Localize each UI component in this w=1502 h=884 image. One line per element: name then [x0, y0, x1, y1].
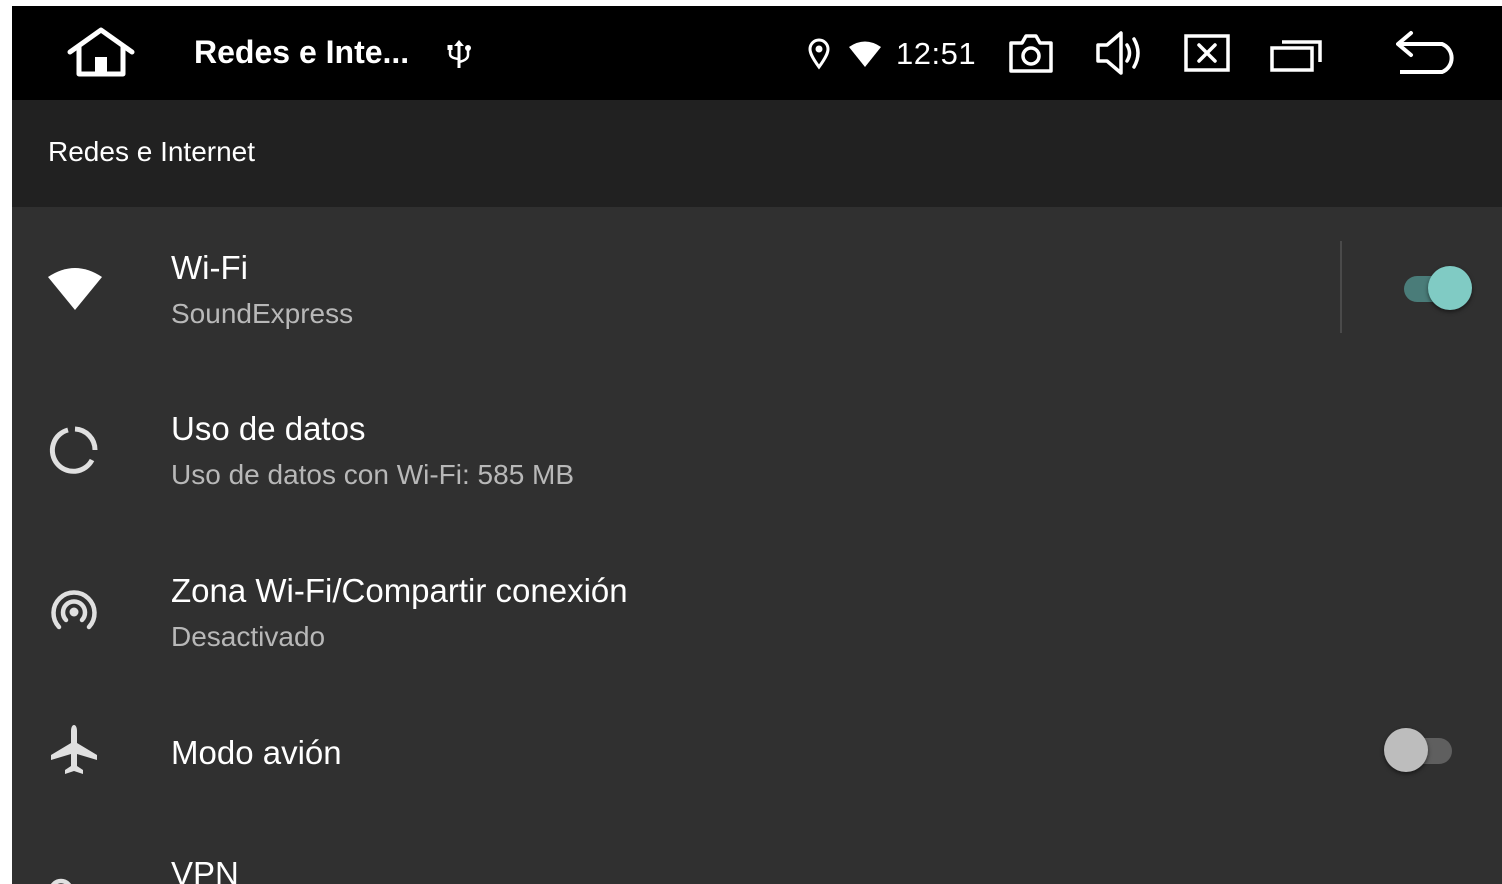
system-bar: Redes e Inte... 12:51: [12, 6, 1502, 100]
camera-icon[interactable]: [1008, 32, 1054, 74]
airplane-mode-toggle[interactable]: [1384, 726, 1456, 774]
vpn-title: VPN: [171, 855, 239, 884]
list-item-data-usage[interactable]: Uso de datos Uso de datos con Wi-Fi: 585…: [12, 367, 1502, 529]
location-icon: [808, 38, 830, 70]
settings-screen: Redes e Inte... 12:51 Redes e Internet W…: [12, 6, 1502, 884]
usb-icon: [447, 40, 471, 68]
home-icon[interactable]: [66, 26, 136, 78]
wifi-title: Wi-Fi: [171, 249, 248, 286]
app-title: Redes e Inte...: [194, 34, 410, 70]
page-title: Redes e Internet: [48, 136, 256, 167]
airplane-mode-title: Modo avión: [171, 734, 342, 771]
data-usage-title: Uso de datos: [171, 410, 366, 447]
list-item-vpn[interactable]: VPN: [12, 821, 1502, 884]
app-header: Redes e Internet: [12, 100, 1502, 207]
back-icon[interactable]: [1396, 30, 1464, 76]
vpn-key-icon: [50, 878, 72, 884]
clock: 12:51: [896, 36, 977, 71]
divider: [1340, 241, 1342, 333]
hotspot-title: Zona Wi-Fi/Compartir conexión: [171, 572, 628, 609]
volume-icon[interactable]: [1095, 30, 1145, 76]
data-usage-icon: [49, 426, 98, 474]
hotspot-subtitle: Desactivado: [171, 621, 326, 652]
recent-apps-icon[interactable]: [1270, 36, 1324, 72]
close-app-icon[interactable]: [1184, 34, 1230, 72]
airplane-icon: [51, 725, 97, 774]
data-usage-subtitle: Uso de datos con Wi-Fi: 585 MB: [171, 459, 575, 490]
list-item-wifi[interactable]: Wi-Fi SoundExpress: [12, 207, 1502, 367]
list-item-hotspot[interactable]: Zona Wi-Fi/Compartir conexión Desactivad…: [12, 529, 1502, 691]
hotspot-icon: [51, 590, 97, 630]
wifi-toggle[interactable]: [1402, 264, 1474, 312]
wifi-icon: [48, 268, 102, 310]
list-item-airplane-mode[interactable]: Modo avión: [12, 691, 1502, 821]
wifi-subtitle: SoundExpress: [171, 298, 354, 329]
wifi-status-icon: [849, 41, 881, 67]
airplane-toggle-thumb: [1384, 728, 1428, 772]
wifi-toggle-thumb: [1428, 266, 1472, 310]
